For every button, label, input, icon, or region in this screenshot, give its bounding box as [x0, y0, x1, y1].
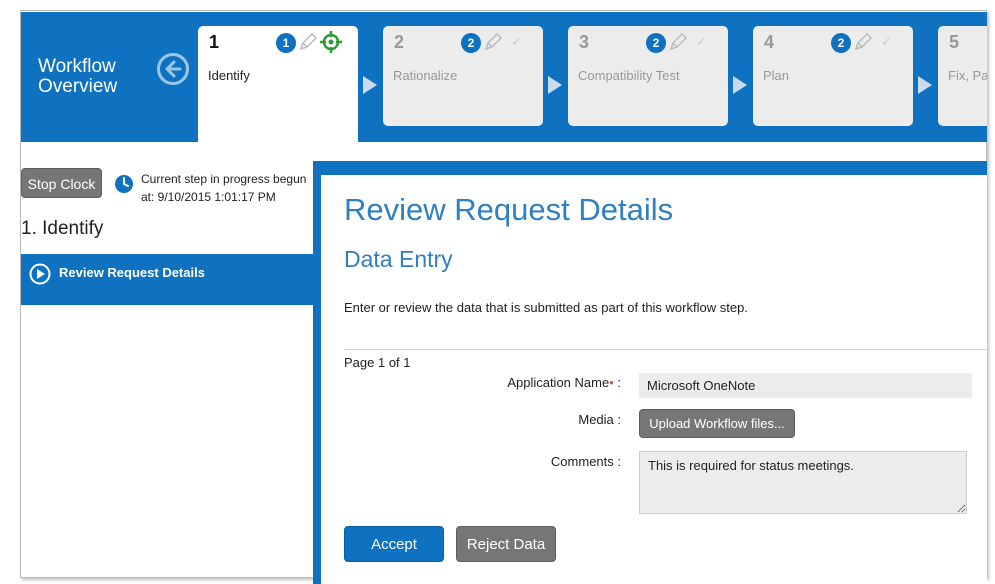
clock-text-line2: at: 9/10/2015 1:01:17 PM — [141, 190, 276, 204]
target-icon[interactable] — [320, 31, 342, 53]
page-description: Enter or review the data that is submitt… — [344, 300, 748, 315]
pencil-icon — [299, 32, 318, 51]
reject-data-button[interactable]: Reject Data — [456, 526, 556, 562]
sidebar-item-label: Review Request Details — [59, 265, 205, 280]
check-icon: ✓ — [696, 34, 707, 49]
workflow-step-identify[interactable]: 1 1 Identify — [198, 26, 358, 142]
page-title: Review Request Details — [344, 192, 674, 227]
back-arrow-icon[interactable] — [157, 53, 189, 85]
page-indicator: Page 1 of 1 — [344, 355, 411, 370]
clock-icon — [115, 175, 133, 193]
label-colon: : — [613, 375, 621, 390]
main-panel: Review Request Details Data Entry Enter … — [313, 161, 987, 584]
main-content: Review Request Details Data Entry Enter … — [321, 175, 987, 584]
step-badge: 1 — [276, 33, 296, 53]
workflow-title-line2: Overview — [38, 76, 118, 97]
pencil-icon — [669, 32, 688, 51]
comments-field[interactable]: This is required for status meetings. — [639, 451, 967, 514]
workflow-step-plan[interactable]: 4 2 ✓ Plan — [753, 26, 913, 126]
comments-label: Comments : — [550, 454, 621, 469]
current-step-heading: 1. Identify — [21, 218, 104, 239]
step-name: Rationalize — [393, 68, 458, 83]
upload-workflow-files-button[interactable]: Upload Workflow files... — [639, 409, 795, 438]
step-badge: 2 — [646, 33, 666, 53]
step-name: Compatibility Test — [578, 68, 680, 83]
clock-text-line1: Current step in progress begun — [141, 172, 307, 186]
step-badge: 2 — [831, 33, 851, 53]
step-arrow-icon — [733, 76, 747, 94]
clock-status-text: Current step in progress begun at: 9/10/… — [141, 170, 311, 206]
sidebar-item-review-request-details[interactable]: Review Request Details — [21, 254, 315, 305]
play-icon — [29, 263, 51, 285]
pencil-icon — [854, 32, 873, 51]
step-name: Plan — [763, 68, 790, 83]
application-name-field[interactable] — [639, 373, 972, 398]
check-icon: ✓ — [511, 34, 522, 49]
page-subtitle: Data Entry — [344, 246, 453, 272]
workflow-bar: Workflow Overview 1 1 Identify 2 2 ✓ Rat… — [21, 12, 987, 142]
step-badge: 2 — [461, 33, 481, 53]
step-number: 1 — [209, 32, 220, 52]
stop-clock-button[interactable]: Stop Clock — [21, 168, 102, 198]
step-arrow-icon — [548, 76, 562, 94]
step-name: Fix, Pac — [948, 68, 987, 83]
step-name: Identify — [208, 68, 250, 83]
step-number: 2 — [394, 32, 405, 52]
workflow-step-rationalize[interactable]: 2 2 ✓ Rationalize — [383, 26, 543, 126]
application-name-label: Application Name• : — [501, 375, 621, 390]
step-arrow-icon — [918, 76, 932, 94]
workflow-step-compatibility-test[interactable]: 3 2 ✓ Compatibility Test — [568, 26, 728, 126]
step-number: 3 — [579, 32, 590, 52]
step-arrow-icon — [363, 76, 377, 94]
workflow-overview-title[interactable]: Workflow Overview — [38, 57, 117, 97]
workflow-title-line1: Workflow — [38, 56, 116, 77]
media-label: Media : — [578, 412, 621, 427]
pencil-icon — [484, 32, 503, 51]
step-number: 4 — [764, 32, 775, 52]
app-window: Workflow Overview 1 1 Identify 2 2 ✓ Rat… — [0, 0, 995, 584]
application-name-label-text: Application Name — [507, 375, 610, 390]
workflow-step-fix-package[interactable]: 5 Fix, Pac — [938, 26, 987, 126]
divider — [344, 349, 987, 350]
accept-button[interactable]: Accept — [344, 526, 444, 562]
check-icon: ✓ — [881, 34, 892, 49]
step-number: 5 — [949, 32, 960, 52]
